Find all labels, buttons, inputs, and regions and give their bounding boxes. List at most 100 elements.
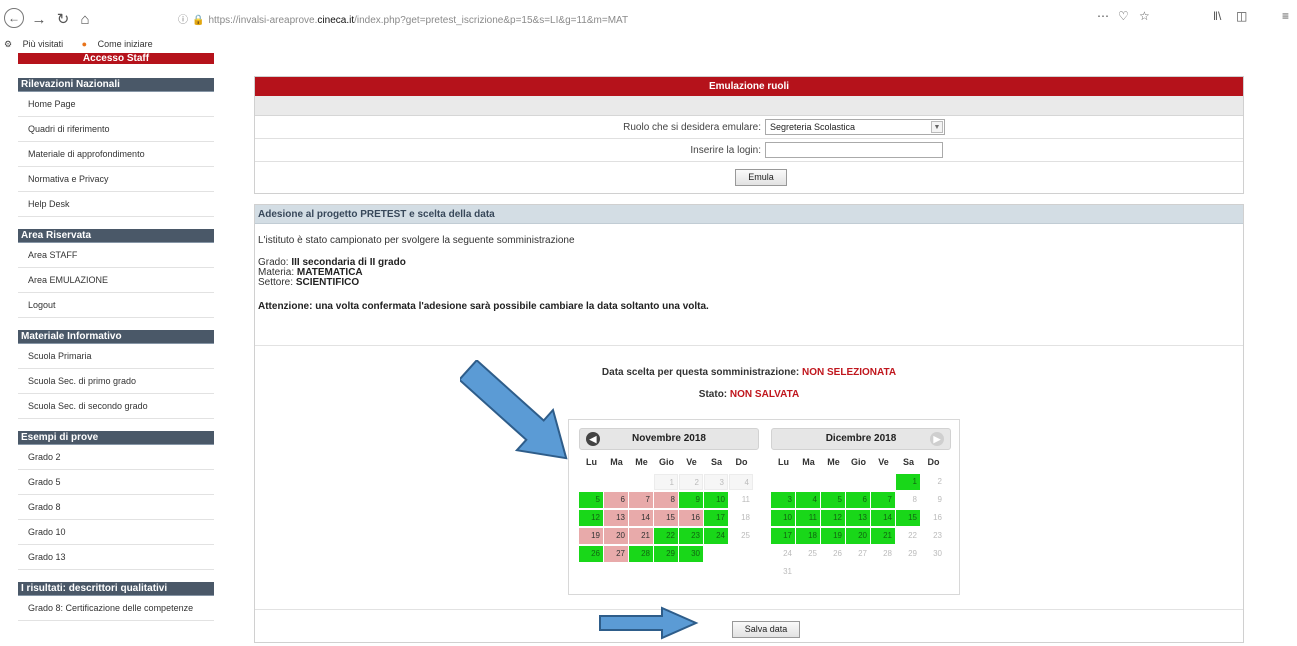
calendar-day[interactable]: 10: [771, 510, 795, 526]
forward-icon[interactable]: →: [28, 8, 50, 30]
sidebar-item[interactable]: Logout: [18, 293, 214, 318]
menu-icon[interactable]: ≡: [1282, 9, 1289, 23]
calendar-day: 26: [821, 546, 845, 562]
calendar-day: 18: [729, 510, 753, 526]
sidebar-item[interactable]: Grado 5: [18, 470, 214, 495]
sidebar-item[interactable]: Quadri di riferimento: [18, 117, 214, 142]
calendar-day[interactable]: 23: [679, 528, 703, 544]
calendar-day: 2: [679, 474, 703, 490]
info-icon[interactable]: ⓘ: [178, 15, 188, 26]
login-input[interactable]: [765, 142, 943, 158]
arrow-down-right-icon: [460, 360, 568, 460]
calendar-day[interactable]: 4: [796, 492, 820, 508]
calendar-header: ◀ Novembre 2018: [579, 428, 759, 450]
calendar-day[interactable]: 21: [871, 528, 895, 544]
divider: [255, 345, 1243, 346]
login-label: Inserire la login:: [690, 145, 761, 156]
calendar-day[interactable]: 6: [846, 492, 870, 508]
calendar-day: 19: [579, 528, 603, 544]
calendar-day[interactable]: 5: [821, 492, 845, 508]
sidebar-item[interactable]: Normativa e Privacy: [18, 167, 214, 192]
prev-month-icon[interactable]: ◀: [586, 432, 600, 446]
calendar-day[interactable]: 17: [771, 528, 795, 544]
reload-icon[interactable]: ↻: [52, 8, 74, 30]
emulate-row: Emula: [255, 162, 1243, 193]
sidebar-item[interactable]: Scuola Sec. di primo grado: [18, 369, 214, 394]
sidebar-item[interactable]: Grado 13: [18, 545, 214, 570]
bookmark-star-icon[interactable]: ☆: [1139, 9, 1150, 23]
role-select[interactable]: Segreteria Scolastica ▼: [765, 119, 945, 135]
sidebar-item[interactable]: Scuola Primaria: [18, 344, 214, 369]
calendar-day: 16: [921, 510, 945, 526]
sidebar-item[interactable]: Home Page: [18, 92, 214, 117]
calendar-day[interactable]: 17: [704, 510, 728, 526]
calendar-day[interactable]: 30: [679, 546, 703, 562]
calendar-day[interactable]: 7: [871, 492, 895, 508]
settore-value: SCIENTIFICO: [295, 277, 360, 288]
sidebar: Accesso Staff Rilevazioni Nazionali Home …: [18, 53, 214, 621]
emulation-band: [255, 96, 1243, 116]
lock-icon: 🔒: [192, 15, 205, 26]
selected-date-line: Data scelta per questa somministrazione:…: [601, 367, 897, 378]
calendar-day[interactable]: 12: [821, 510, 845, 526]
sidebar-item[interactable]: Grado 2: [18, 445, 214, 470]
calendar-day[interactable]: 19: [821, 528, 845, 544]
divider: [255, 609, 1243, 610]
home-icon[interactable]: ⌂: [74, 8, 96, 30]
next-month-icon[interactable]: ▶: [930, 432, 944, 446]
url-domain: cineca.it: [317, 15, 355, 26]
adesione-warning: Attenzione: una volta confermata l'adesi…: [258, 301, 709, 312]
selected-date-value: NON SELEZIONATA: [802, 367, 897, 378]
sidebar-item[interactable]: Area EMULAZIONE: [18, 268, 214, 293]
calendar-day[interactable]: 15: [896, 510, 920, 526]
day-grid: 1 2 3 4 5 6 7 8 9 10 11 12 13 14 15 16 17 18 19 20 21 22 23 24 2…: [579, 474, 754, 564]
calendar-day[interactable]: 26: [579, 546, 603, 562]
emulation-header: Emulazione ruoli: [255, 77, 1243, 96]
calendar-day: 22: [896, 528, 920, 544]
sidebar-item[interactable]: Grado 8: [18, 495, 214, 520]
empty-cell: [629, 474, 653, 490]
calendar-day[interactable]: 5: [579, 492, 603, 508]
sidebar-item[interactable]: Help Desk: [18, 192, 214, 217]
calendar-day[interactable]: 24: [704, 528, 728, 544]
calendar-day[interactable]: 3: [771, 492, 795, 508]
sidebar-item[interactable]: Grado 8: Certificazione delle competenze: [18, 596, 214, 621]
firefox-icon: ●: [81, 39, 88, 49]
sidebar-item[interactable]: Materiale di approfondimento: [18, 142, 214, 167]
calendar-day[interactable]: 11: [796, 510, 820, 526]
emulate-button[interactable]: Emula: [735, 169, 787, 186]
sidebar-item[interactable]: Grado 10: [18, 520, 214, 545]
sidebar-item[interactable]: Area STAFF: [18, 243, 214, 268]
pocket-icon[interactable]: ♡: [1118, 9, 1129, 23]
staff-access-link[interactable]: Accesso Staff: [18, 53, 214, 64]
empty-cell: [821, 474, 845, 490]
save-date-button[interactable]: Salva data: [732, 621, 800, 638]
adesione-header: Adesione al progetto PRETEST e scelta de…: [255, 205, 1243, 224]
page-actions-icon[interactable]: ⋯: [1097, 9, 1109, 23]
calendar-day[interactable]: 1: [896, 474, 920, 490]
bookmark-most-visited[interactable]: ⚙ Più visitati: [4, 39, 71, 49]
sidebar-item[interactable]: Scuola Sec. di secondo grado: [18, 394, 214, 419]
gear-icon: ⚙: [4, 39, 13, 49]
calendar-day[interactable]: 10: [704, 492, 728, 508]
sidebar-section-title: Rilevazioni Nazionali: [18, 78, 214, 92]
bookmark-getting-started[interactable]: ● Come iniziare: [82, 39, 161, 49]
weekday-row: Lu Ma Me Gio Ve Sa Do: [579, 450, 759, 474]
calendar-day[interactable]: 9: [679, 492, 703, 508]
url-bar[interactable]: ⓘ 🔒 https://invalsi-areaprove.cineca.it/in…: [178, 11, 628, 26]
library-icon[interactable]: ‖\: [1213, 9, 1221, 23]
sidebar-toggle-icon[interactable]: ◫: [1236, 9, 1247, 23]
calendar-day: 1: [654, 474, 678, 490]
weekday-label: Do: [927, 457, 940, 467]
calendar-day[interactable]: 12: [579, 510, 603, 526]
calendar-day[interactable]: 13: [846, 510, 870, 526]
calendar-day[interactable]: 20: [846, 528, 870, 544]
calendar-day[interactable]: 18: [796, 528, 820, 544]
calendar-day[interactable]: 29: [654, 546, 678, 562]
calendar-day[interactable]: 22: [654, 528, 678, 544]
back-icon[interactable]: ←: [4, 8, 24, 28]
calendar-day[interactable]: 14: [871, 510, 895, 526]
calendar-day[interactable]: 28: [629, 546, 653, 562]
